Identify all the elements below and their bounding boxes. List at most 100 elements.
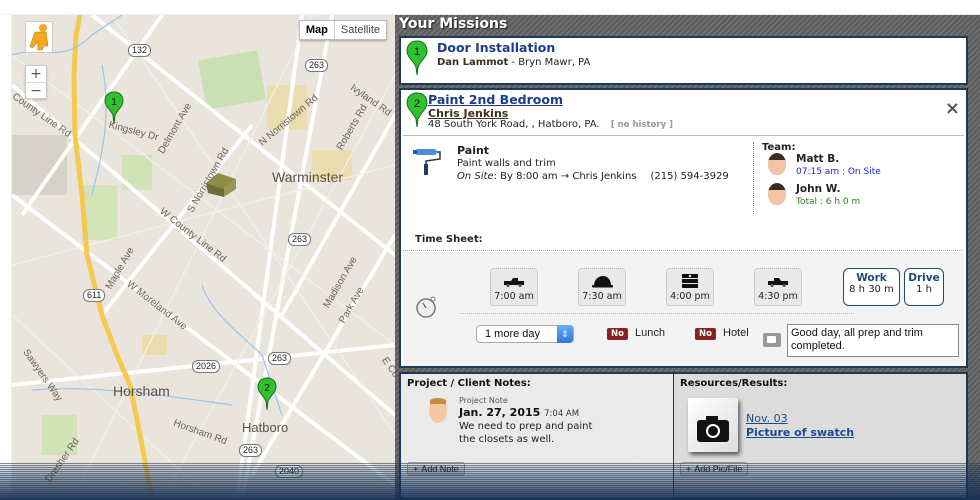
lunch-label: Lunch [635,327,665,339]
resource-title-link[interactable]: Picture of swatch [746,426,854,439]
mission-address: 48 South York Road, , Hatboro, PA. [ no … [428,119,673,130]
add-file-button[interactable]: + Add Pic/File [680,462,749,476]
route-shield: 611 [83,289,106,302]
select-arrows-icon: ⇕ [557,325,573,343]
divider [403,135,964,136]
task-title: Paint [457,144,490,157]
plus-icon: + [686,464,692,474]
resources-header: Resources/Results: [680,378,788,389]
mission-pin-icon: 2 [406,92,428,132]
note-time: 7:04 AM [544,409,580,419]
mission-pin-icon: 1 [406,40,428,80]
timesheet-entry-return[interactable]: 4:30 pm [754,268,802,306]
route-shield: 2040 [275,465,304,478]
drive-total-button[interactable]: Drive 1 h [904,268,944,306]
avatar [768,153,786,175]
team-section: Team: Matt B. 07:15 am : On Site John W.… [753,142,958,214]
svg-text:1: 1 [414,46,420,58]
member-status: Total : 6 h 0 m [796,197,861,207]
comment-textarea[interactable]: Good day, all prep and trim completed. [787,324,959,357]
comment-icon [763,333,781,347]
notes-section: Project / Client Notes: Project Note Jan… [401,374,674,498]
map-type-map-button[interactable]: Map [300,21,335,39]
truck-icon [755,273,801,291]
map-type-control: Map Satellite [298,20,387,40]
missions-panel: Your Missions 1 Door Installation Dan La… [395,15,980,500]
note-date: Jan. 27, 2015 7:04 AM [459,406,580,419]
task-onsite: On Site: By 8:00 am → Chris Jenkins (215)… [457,171,729,182]
hotel-toggle[interactable]: No [695,328,716,340]
route-shield: 132 [128,44,152,57]
team-label: Team: [762,142,796,153]
map-type-satellite-button[interactable]: Satellite [335,21,386,39]
timesheet-entry-arrive[interactable]: 7:30 am [578,268,626,306]
panel-title: Your Missions [399,16,508,32]
task-details: Paint Paint walls and trim On Site: By 8… [457,144,729,183]
marker-label: 2 [264,383,270,394]
resource-date-link[interactable]: Nov. 03 [746,412,788,425]
task-phone: (215) 594-3929 [650,171,729,182]
entry-time: 7:30 am [582,291,622,302]
truck-icon [491,273,537,291]
route-shield: 263 [268,352,292,365]
stopwatch-icon [415,296,437,322]
work-label: Work [856,272,887,284]
lunch-toggle[interactable]: No [607,328,628,340]
note-text: We need to prep and paint the closets as… [459,421,593,445]
history-link[interactable]: [ no history ] [611,120,673,130]
left-gutter [0,15,12,500]
svg-text:2: 2 [414,98,420,110]
map-marker-1[interactable]: 1 [104,91,124,125]
address-text: 48 South York Road, , Hatboro, PA. [428,119,600,130]
mission-client: Dan Lammot [437,57,509,68]
mission-card-1[interactable]: 1 Door Installation Dan Lammot - Bryn Ma… [399,36,968,85]
zoom-in-button[interactable]: + [26,66,46,82]
member-name: Matt B. [796,153,840,165]
drive-value: 1 h [916,284,932,295]
close-icon[interactable]: × [945,98,960,119]
map-town-label: Warminster [272,169,344,185]
marker-label: 1 [111,97,117,108]
divider [403,250,962,251]
hotel-label: Hotel [723,327,749,339]
route-shield: 2026 [192,360,221,373]
zoom-control: + − [25,65,47,99]
mission-client-line: Dan Lammot - Bryn Mawr, PA [437,57,590,68]
money-stack-icon [667,273,713,291]
mission-title[interactable]: Door Installation [437,40,555,55]
drive-label: Drive [908,272,940,284]
divider [459,313,854,314]
more-days-select[interactable]: 1 more day ⇕ [476,325,574,343]
team-member[interactable]: John W. Total : 6 h 0 m [762,183,958,213]
map-marker-2[interactable]: 2 [257,377,277,411]
team-member[interactable]: Matt B. 07:15 am : On Site [762,153,958,183]
mission-location: - Bryn Mawr, PA [511,57,591,68]
member-status: 07:15 am : On Site [796,167,881,177]
timesheet-entry-end[interactable]: 4:00 pm [666,268,714,306]
top-strip [0,0,980,15]
entry-time: 4:00 pm [670,291,710,302]
note-type: Project Note [459,396,508,405]
mission-title-link[interactable]: Paint 2nd Bedroom [428,92,563,107]
entry-time: 7:00 am [494,291,534,302]
map-pin-icon: 1 [104,91,124,125]
entry-time: 4:30 pm [758,291,798,302]
house-icon [206,173,236,197]
route-shield: 263 [288,233,312,246]
timesheet-entry-depart[interactable]: 7:00 am [490,268,538,306]
hard-hat-icon [579,273,625,291]
camera-file-icon[interactable] [688,398,738,452]
street-view-pegman[interactable] [25,21,53,53]
work-value: 8 h 30 m [849,284,894,295]
map-view[interactable]: + − Map Satellite Warminster Horsham Hat… [12,15,395,500]
zoom-out-button[interactable]: − [26,82,46,99]
map-town-label: Horsham [113,383,170,399]
task-description: Paint walls and trim [457,158,556,169]
add-note-button[interactable]: + Add Note [407,462,465,476]
pegman-icon [29,24,49,51]
mission-card-2: 2 Paint 2nd Bedroom Chris Jenkins 48 Sou… [399,88,968,368]
avatar [429,398,447,423]
work-total-button[interactable]: Work 8 h 30 m [843,268,900,306]
timesheet-area: 7:00 am 7:30 am 4:00 pm 4:30 pm Work 8 h… [403,252,964,366]
avatar [768,183,786,205]
